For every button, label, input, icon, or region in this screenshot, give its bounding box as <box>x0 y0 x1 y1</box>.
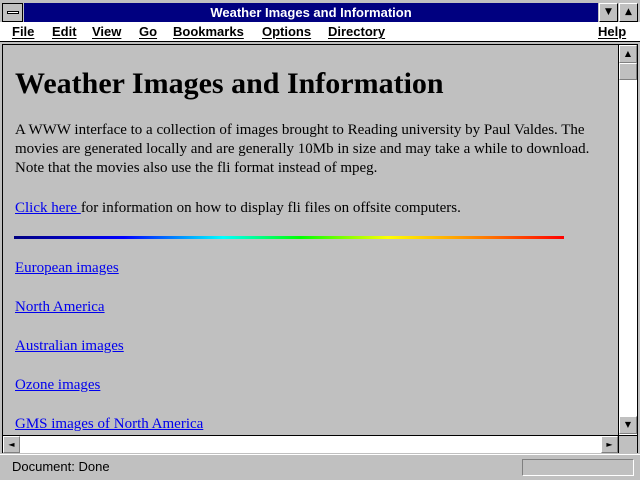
window-title: Weather Images and Information <box>24 3 598 22</box>
click-here-link[interactable]: Click here <box>15 200 81 216</box>
menu-bar: File Edit View Go Bookmarks Options Dire… <box>0 22 640 42</box>
intro-paragraph: A WWW interface to a collection of image… <box>15 122 590 176</box>
scroll-right-button[interactable]: ► <box>601 436 618 453</box>
menu-file[interactable]: File <box>12 23 34 41</box>
menu-go[interactable]: Go <box>139 23 157 41</box>
progress-indicator <box>522 459 634 476</box>
horizontal-scrollbar[interactable]: ◄ ► <box>3 435 618 453</box>
menu-view[interactable]: View <box>92 23 121 41</box>
scroll-left-button[interactable]: ◄ <box>3 436 20 453</box>
rainbow-divider <box>14 236 564 239</box>
document-view: Weather Images and Information A WWW int… <box>3 45 618 435</box>
click-here-paragraph: Click here for information on how to dis… <box>15 199 605 218</box>
vertical-scroll-thumb[interactable] <box>619 63 637 80</box>
link-ozone-images[interactable]: Ozone images <box>15 377 100 394</box>
system-menu-icon <box>7 11 19 14</box>
scrollbar-corner <box>618 435 637 453</box>
scroll-down-button[interactable]: ▼ <box>619 416 637 434</box>
menu-directory[interactable]: Directory <box>328 23 385 41</box>
maximize-button[interactable]: ▲ <box>619 3 638 22</box>
status-text: Document: Done <box>12 459 110 474</box>
click-here-text: for information on how to display fli fi… <box>80 200 461 216</box>
status-bar: Document: Done <box>0 454 640 480</box>
system-menu-button[interactable] <box>2 3 23 22</box>
page-heading: Weather Images and Information <box>15 67 444 100</box>
link-gms-images[interactable]: GMS images of North America <box>15 416 203 433</box>
menu-bookmarks[interactable]: Bookmarks <box>173 23 244 41</box>
menu-edit[interactable]: Edit <box>52 23 77 41</box>
menu-help[interactable]: Help <box>598 23 626 41</box>
link-north-america[interactable]: North America <box>15 299 105 316</box>
menu-options[interactable]: Options <box>262 23 311 41</box>
link-european-images[interactable]: European images <box>15 260 119 277</box>
scroll-up-button[interactable]: ▲ <box>619 45 637 63</box>
minimize-button[interactable]: ▼ <box>599 3 618 22</box>
vertical-scrollbar[interactable]: ▲ ▼ <box>618 45 637 435</box>
link-australian-images[interactable]: Australian images <box>15 338 124 355</box>
